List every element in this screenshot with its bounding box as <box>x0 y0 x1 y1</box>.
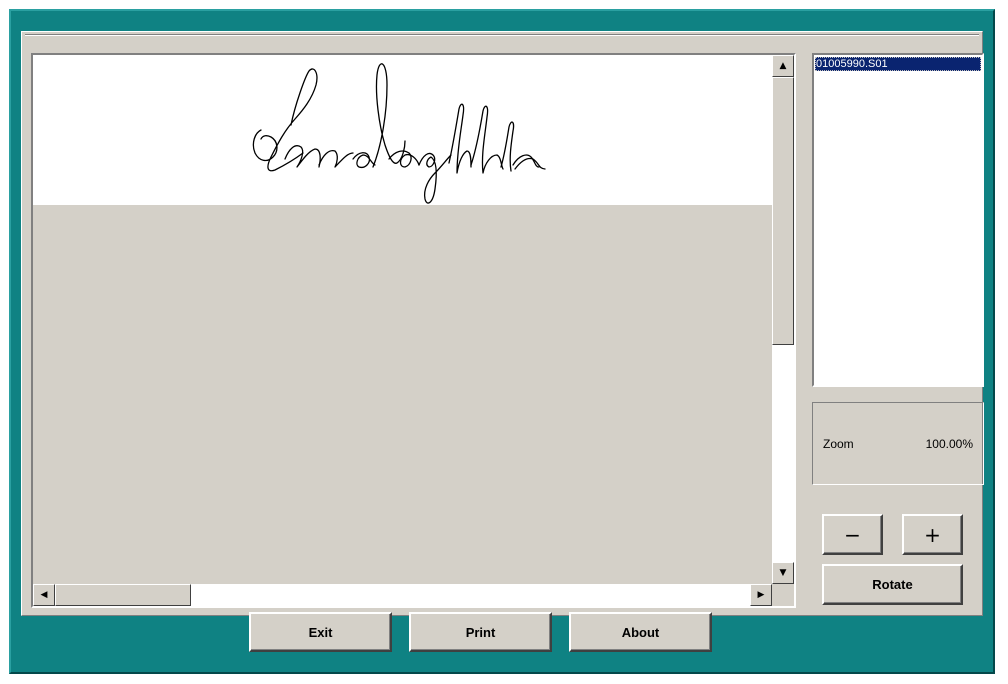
exit-button-label: Exit <box>308 624 333 640</box>
scroll-left-icon[interactable]: ◀ <box>33 584 55 606</box>
print-button-label: Print <box>465 624 496 640</box>
exit-button[interactable]: Exit <box>249 612 392 652</box>
horizontal-scroll-thumb[interactable] <box>55 584 191 606</box>
rotate-button-label: Rotate <box>872 577 913 592</box>
viewer-canvas <box>33 55 772 584</box>
zoom-panel: Zoom 100.00% <box>812 402 984 485</box>
signature-viewer[interactable]: ▲ ▼ ◀ ▶ <box>31 53 796 608</box>
rotate-button[interactable]: Rotate <box>822 564 963 605</box>
print-button[interactable]: Print <box>409 612 552 652</box>
plus-icon: + <box>924 522 941 547</box>
zoom-in-button[interactable]: + <box>902 514 963 555</box>
about-button[interactable]: About <box>569 612 712 652</box>
about-button-label: About <box>621 624 660 640</box>
scroll-right-icon[interactable]: ▶ <box>750 584 772 606</box>
vertical-scrollbar[interactable]: ▲ ▼ <box>772 55 794 584</box>
zoom-value: 100.00% <box>925 437 973 451</box>
list-item[interactable]: 01005990.S01 <box>815 57 981 71</box>
minus-icon: − <box>844 522 861 547</box>
app-window: ▲ ▼ ◀ ▶ 01005990.S01 Zoom 100.00% − + Ro… <box>9 9 995 674</box>
scroll-down-icon[interactable]: ▼ <box>772 562 794 584</box>
signature-image <box>33 55 772 205</box>
horizontal-scrollbar[interactable]: ◀ ▶ <box>33 584 772 606</box>
main-panel: ▲ ▼ ◀ ▶ 01005990.S01 Zoom 100.00% − + Ro… <box>21 31 984 616</box>
vertical-scroll-thumb[interactable] <box>772 77 794 345</box>
signature-drawing <box>252 63 546 204</box>
scroll-corner <box>772 584 794 606</box>
zoom-label: Zoom <box>823 437 854 451</box>
scroll-up-icon[interactable]: ▲ <box>772 55 794 77</box>
zoom-out-button[interactable]: − <box>822 514 883 555</box>
file-listbox[interactable]: 01005990.S01 <box>812 53 984 387</box>
